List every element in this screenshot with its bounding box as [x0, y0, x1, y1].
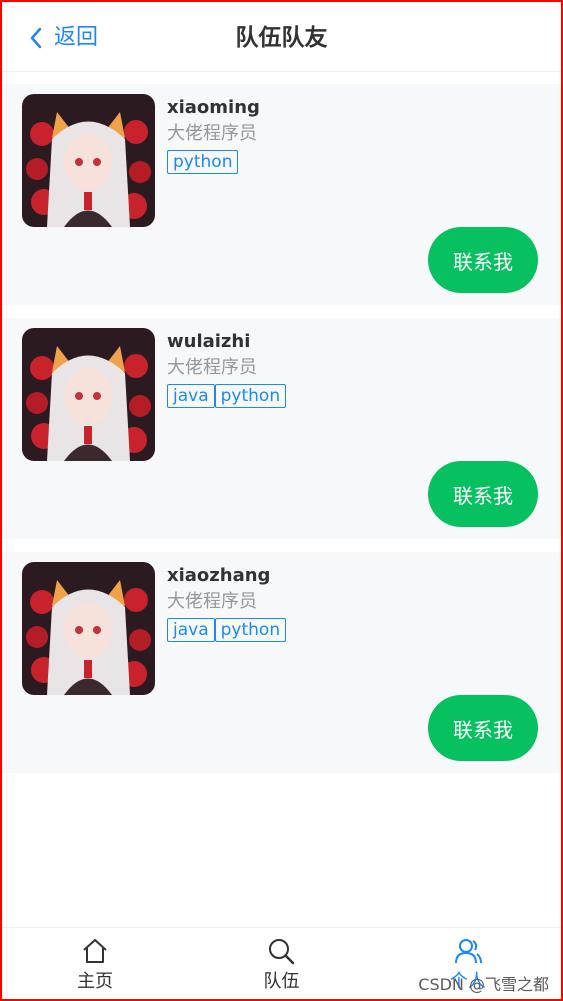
user-icon: [454, 939, 482, 964]
avatar[interactable]: [22, 94, 155, 227]
avatar-image: [22, 562, 155, 695]
member-description: 大佬程序员: [167, 357, 257, 378]
avatar-image: [22, 328, 155, 461]
member-card: xiaozhang 大佬程序员 java python 联系我: [2, 552, 561, 773]
avatar-image: [22, 94, 155, 227]
page-title: 队伍队友: [235, 25, 328, 51]
tag: python: [167, 150, 239, 174]
tag-list: java python: [167, 618, 287, 642]
member-list: xiaoming 大佬程序员 python 联系我 wulaizhi 大佬程序员…: [2, 84, 561, 786]
tag-list: python: [167, 150, 239, 174]
member-description: 大佬程序员: [167, 123, 257, 144]
home-icon: [83, 939, 107, 963]
tag: java: [167, 618, 215, 642]
member-card: xiaoming 大佬程序员 python 联系我: [2, 84, 561, 305]
tab-label: 队伍: [263, 971, 300, 992]
tag: java: [167, 384, 215, 408]
avatar[interactable]: [22, 562, 155, 695]
member-description: 大佬程序员: [167, 591, 257, 612]
watermark: CSDN @飞雪之都: [418, 975, 549, 994]
tab-team[interactable]: 队伍: [188, 928, 374, 999]
tab-home[interactable]: 主页: [2, 928, 188, 999]
member-card: wulaizhi 大佬程序员 java python 联系我: [2, 318, 561, 539]
contact-button[interactable]: 联系我: [428, 227, 538, 293]
contact-button[interactable]: 联系我: [428, 461, 538, 527]
member-name: xiaoming: [167, 97, 260, 118]
member-name: wulaizhi: [167, 331, 251, 352]
avatar[interactable]: [22, 328, 155, 461]
member-name: xiaozhang: [167, 565, 271, 586]
nav-bar: 返回 队伍队友: [2, 2, 561, 72]
contact-button[interactable]: 联系我: [428, 695, 538, 761]
search-icon: [269, 939, 295, 965]
tag: python: [214, 618, 287, 642]
tag-list: java python: [167, 384, 287, 408]
tab-label: 主页: [77, 971, 114, 992]
tag: python: [214, 384, 287, 408]
